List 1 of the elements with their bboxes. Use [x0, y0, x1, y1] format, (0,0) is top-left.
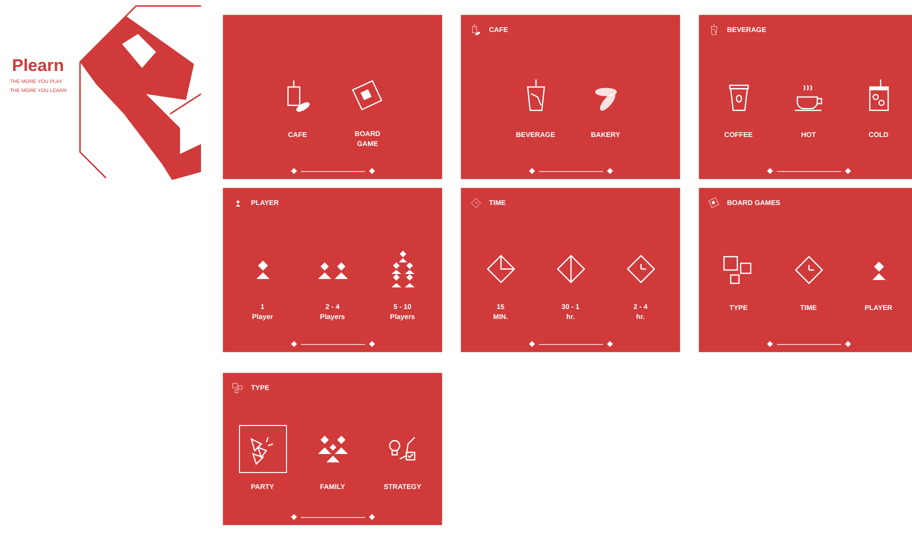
- brand-name: Plearn: [12, 56, 65, 76]
